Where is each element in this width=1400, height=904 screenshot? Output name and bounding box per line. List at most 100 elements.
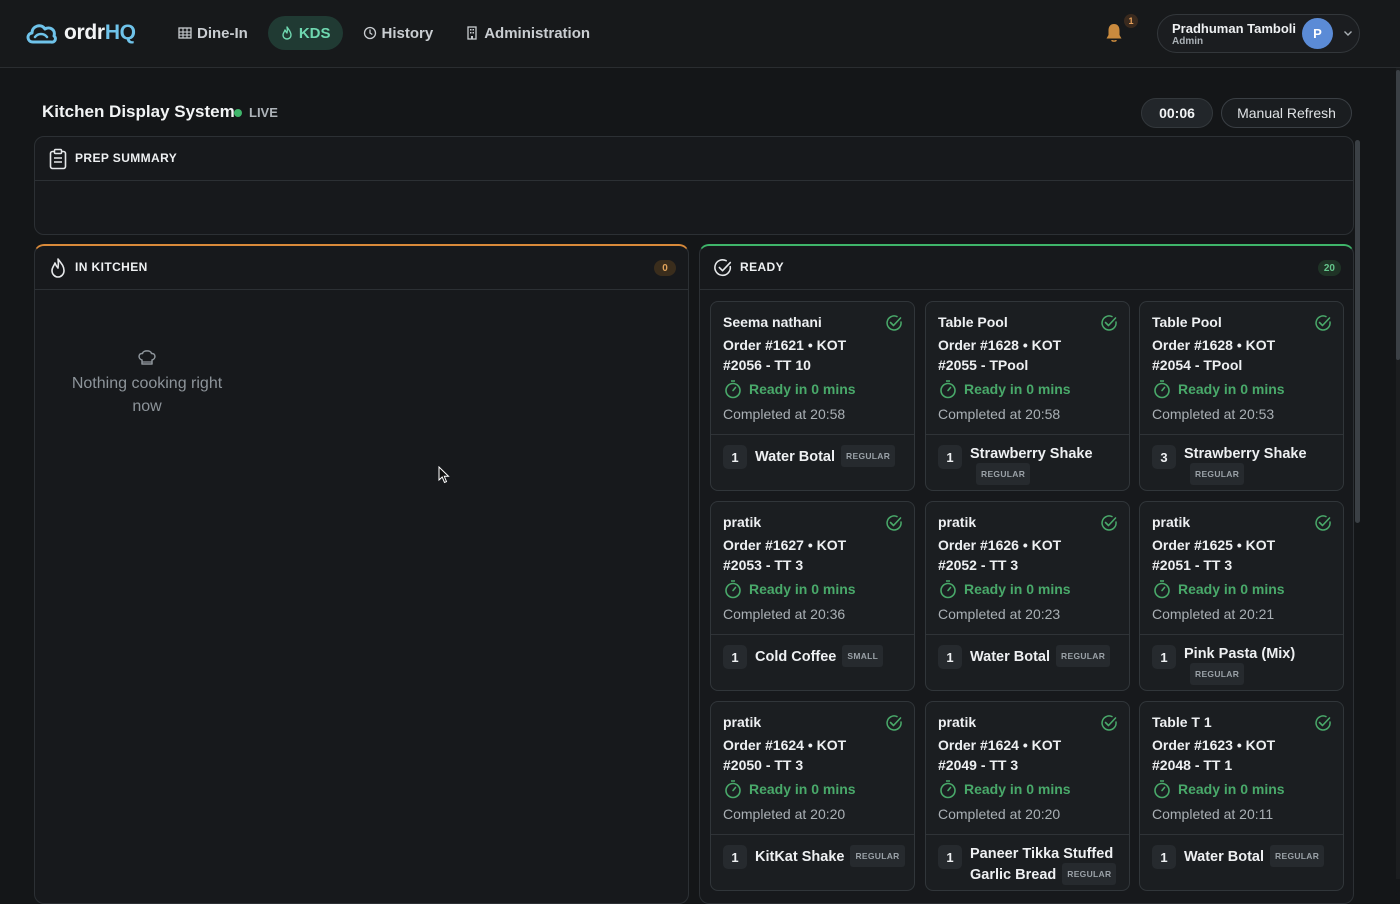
card-line-item: 1 KitKat Shake REGULAR xyxy=(723,845,906,869)
empty-state-text: Nothing cooking right now xyxy=(71,375,223,415)
item-quantity: 1 xyxy=(938,845,962,869)
card-completed-time: Completed at 20:23 xyxy=(938,606,1061,622)
order-card[interactable]: Table Pool Order #1628 • KOT #2055 - TPoo… xyxy=(925,301,1130,491)
ready-scrollbar-thumb[interactable] xyxy=(1355,140,1360,523)
main-nav: Dine-In KDS History Administration xyxy=(166,16,602,50)
card-customer-name: Table T 1 xyxy=(1152,714,1212,730)
card-divider xyxy=(711,434,914,435)
item-name: Cold Coffee xyxy=(755,649,837,665)
top-navbar: ordrHQ Dine-In KDS History Administratio… xyxy=(0,0,1400,68)
order-card[interactable]: pratik Order #1625 • KOT #2051 - TT 3 Read… xyxy=(1139,501,1344,691)
check-circle-icon[interactable] xyxy=(1314,514,1332,532)
card-completed-time: Completed at 20:20 xyxy=(938,806,1061,822)
card-divider xyxy=(926,634,1129,635)
card-customer-name: pratik xyxy=(938,514,977,530)
check-circle-icon[interactable] xyxy=(1314,714,1332,732)
nav-kds[interactable]: KDS xyxy=(267,16,343,50)
card-line-item: 1 Paneer Tikka Stuffed Garlic Bread REGULA… xyxy=(938,845,1121,885)
card-line-item: 1 Pink Pasta (Mix)REGULAR xyxy=(1152,645,1335,685)
card-divider xyxy=(711,834,914,835)
in-kitchen-count-badge: 0 xyxy=(654,260,676,276)
check-circle-icon[interactable] xyxy=(1100,714,1118,732)
card-divider xyxy=(926,434,1129,435)
check-circle-icon[interactable] xyxy=(885,314,903,332)
order-card[interactable]: Table Pool Order #1628 • KOT #2054 - TPoo… xyxy=(1139,301,1344,491)
card-customer-name: Table Pool xyxy=(1152,314,1222,330)
item-name-wrap: KitKat Shake REGULAR xyxy=(755,845,905,867)
item-variant-tag: REGULAR xyxy=(1190,663,1245,685)
item-name: Water Botal xyxy=(1184,849,1265,865)
order-card[interactable]: Table T 1 Order #1623 • KOT #2048 - TT 1 R… xyxy=(1139,701,1344,891)
check-circle-icon[interactable] xyxy=(1314,314,1332,332)
card-completed-time: Completed at 20:58 xyxy=(938,406,1061,422)
manual-refresh-button[interactable]: Manual Refresh xyxy=(1221,98,1352,128)
item-quantity: 3 xyxy=(1152,445,1176,469)
order-card[interactable]: pratik Order #1627 • KOT #2053 - TT 3 Read… xyxy=(710,501,915,691)
ready-title: READY xyxy=(740,260,785,274)
mouse-cursor-icon xyxy=(438,466,450,484)
card-eta-text: Ready in 0 mins xyxy=(964,781,1071,797)
check-circle-icon[interactable] xyxy=(885,514,903,532)
order-card[interactable]: pratik Order #1626 • KOT #2052 - TT 3 Read… xyxy=(925,501,1130,691)
order-card[interactable]: pratik Order #1624 • KOT #2050 - TT 3 Read… xyxy=(710,701,915,891)
stopwatch-icon xyxy=(1154,580,1170,599)
avatar[interactable]: P xyxy=(1302,18,1333,49)
card-divider xyxy=(1140,434,1343,435)
nav-history[interactable]: History xyxy=(351,16,446,50)
ready-header: READY 20 xyxy=(700,246,1353,290)
stopwatch-icon xyxy=(940,580,956,599)
item-variant-tag: REGULAR xyxy=(850,845,905,867)
item-name-wrap: Water Botal REGULAR xyxy=(1184,845,1325,867)
card-order-kot: Order #1626 • KOT #2052 - TT 3 xyxy=(938,537,1062,573)
order-card[interactable]: pratik Order #1624 • KOT #2049 - TT 3 Read… xyxy=(925,701,1130,891)
item-name-wrap: Strawberry ShakeREGULAR xyxy=(970,445,1121,485)
card-line-item: 1 Water Botal REGULAR xyxy=(938,645,1121,669)
page-scrollbar-thumb[interactable] xyxy=(1396,70,1400,360)
nav-dine-in[interactable]: Dine-In xyxy=(166,16,260,50)
card-eta-text: Ready in 0 mins xyxy=(964,581,1071,597)
item-variant-tag: REGULAR xyxy=(1190,463,1245,485)
user-menu[interactable]: Pradhuman Tamboli Admin P xyxy=(1157,14,1360,53)
page-title: Kitchen Display System xyxy=(42,102,235,121)
order-card[interactable]: Seema nathani Order #1621 • KOT #2056 - T… xyxy=(710,301,915,491)
check-circle-icon[interactable] xyxy=(885,714,903,732)
card-eta-text: Ready in 0 mins xyxy=(1178,581,1285,597)
stopwatch-icon xyxy=(1154,380,1170,399)
card-eta-text: Ready in 0 mins xyxy=(749,581,856,597)
card-eta-text: Ready in 0 mins xyxy=(1178,381,1285,397)
card-completed-time: Completed at 20:21 xyxy=(1152,606,1275,622)
item-quantity: 1 xyxy=(1152,845,1176,869)
card-eta: Ready in 0 mins xyxy=(938,779,1071,799)
check-circle-icon[interactable] xyxy=(1100,314,1118,332)
nav-administration[interactable]: Administration xyxy=(453,16,602,50)
prep-summary-header: PREP SUMMARY xyxy=(35,137,1353,181)
stopwatch-icon xyxy=(725,580,741,599)
nav-kds-label: KDS xyxy=(298,24,331,42)
item-variant-tag: SMALL xyxy=(842,645,884,667)
item-name-wrap: Cold Coffee SMALL xyxy=(755,645,884,667)
card-customer-name: Table Pool xyxy=(938,314,1008,330)
item-name-wrap: Pink Pasta (Mix)REGULAR xyxy=(1184,645,1335,685)
in-kitchen-panel: IN KITCHEN 0 Nothing cooking right now xyxy=(34,244,689,904)
stopwatch-icon xyxy=(725,380,741,399)
item-name-wrap: Water Botal REGULAR xyxy=(970,645,1111,667)
card-divider xyxy=(926,834,1129,835)
card-completed-time: Completed at 20:36 xyxy=(723,606,846,622)
building-icon xyxy=(467,26,477,40)
card-customer-name: pratik xyxy=(723,714,762,730)
card-customer-name: pratik xyxy=(938,714,977,730)
item-quantity: 1 xyxy=(938,445,962,469)
card-line-item: 1 Water Botal REGULAR xyxy=(1152,845,1335,869)
check-circle-icon[interactable] xyxy=(1100,514,1118,532)
chevron-down-icon[interactable] xyxy=(1342,27,1354,39)
notification-bell-icon[interactable] xyxy=(1104,22,1124,44)
brand-logo[interactable]: ordrHQ xyxy=(24,20,136,46)
card-divider xyxy=(711,634,914,635)
card-eta-text: Ready in 0 mins xyxy=(1178,781,1285,797)
prep-summary-panel: PREP SUMMARY xyxy=(34,136,1354,235)
card-eta: Ready in 0 mins xyxy=(723,579,856,599)
item-name: Strawberry Shake xyxy=(1184,446,1307,462)
nav-administration-label: Administration xyxy=(484,24,591,42)
live-indicator-label: LIVE xyxy=(249,105,278,120)
stopwatch-icon xyxy=(940,380,956,399)
